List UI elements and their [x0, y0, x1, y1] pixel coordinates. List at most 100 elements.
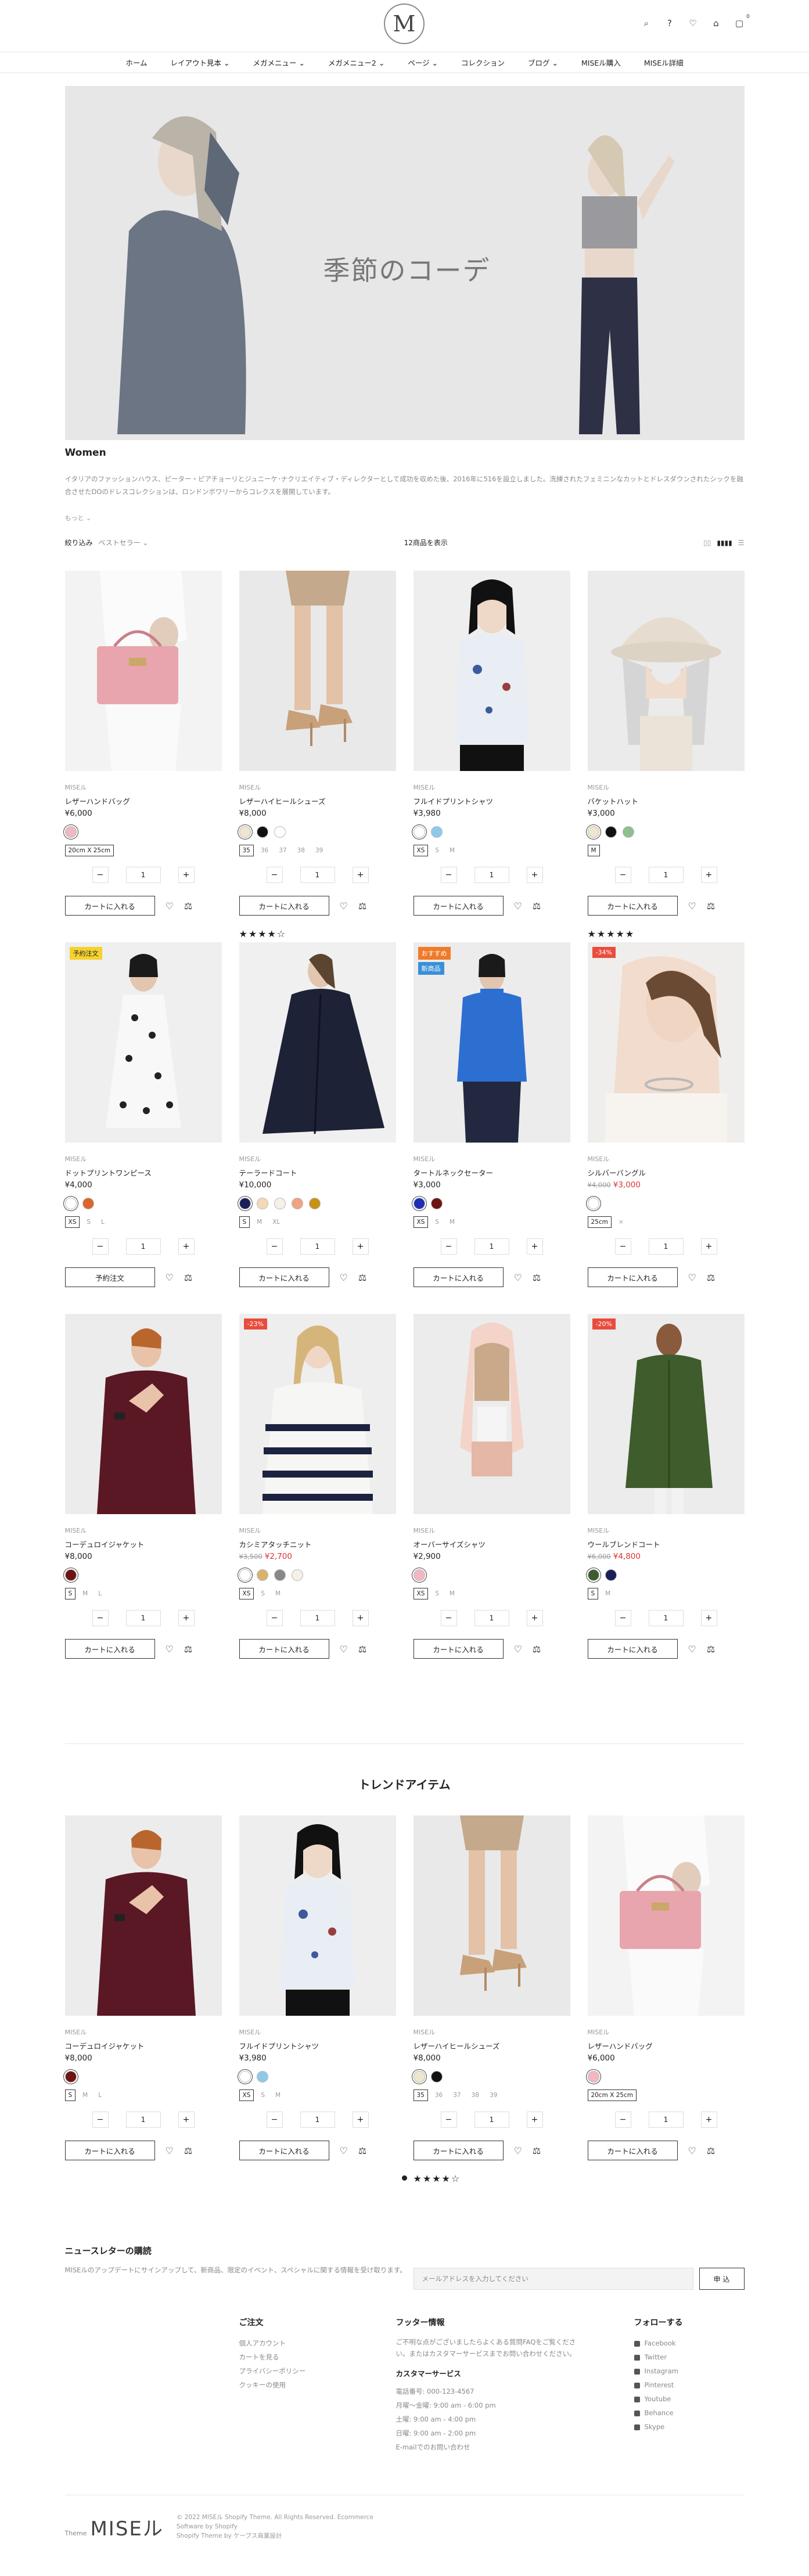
compare-icon[interactable]: ⚖	[707, 1272, 715, 1283]
newsletter-submit-button[interactable]: 申 込	[699, 2268, 745, 2290]
color-swatch[interactable]	[291, 1569, 303, 1581]
qty-plus-button[interactable]: +	[700, 1610, 717, 1626]
color-swatch[interactable]	[64, 2071, 77, 2083]
color-swatch[interactable]	[413, 826, 425, 838]
store-icon[interactable]: ⌂	[710, 17, 722, 29]
qty-plus-button[interactable]: +	[526, 1610, 543, 1626]
read-more-link[interactable]: もっと ⌄	[65, 513, 745, 523]
customer-service-item[interactable]: 月曜～金曜: 9:00 am - 6:00 pm	[396, 2398, 588, 2412]
qty-input[interactable]: 1	[300, 1610, 335, 1626]
qty-minus-button[interactable]: −	[440, 1238, 457, 1255]
size-option[interactable]: 38	[294, 845, 308, 856]
compare-icon[interactable]: ⚖	[358, 1644, 366, 1655]
logo[interactable]: M	[384, 3, 425, 44]
qty-minus-button[interactable]: −	[266, 1238, 283, 1255]
size-option[interactable]: S	[239, 1216, 250, 1228]
product-vendor[interactable]: MISEル	[239, 1154, 396, 1163]
product-vendor[interactable]: MISEル	[414, 2027, 570, 2037]
qty-minus-button[interactable]: −	[92, 1610, 109, 1626]
size-option[interactable]: 36	[257, 845, 272, 856]
list-icon[interactable]: ☰	[738, 539, 745, 547]
wishlist-heart-icon[interactable]: ♡	[340, 1644, 348, 1655]
add-to-cart-button[interactable]: カートに入れる	[64, 896, 155, 916]
qty-minus-button[interactable]: −	[614, 1238, 631, 1255]
add-to-cart-button[interactable]: カートに入れる	[587, 1639, 678, 1659]
qty-plus-button[interactable]: +	[526, 867, 543, 883]
product-name[interactable]: レザーハイヒールシューズ	[414, 2040, 570, 2051]
compare-icon[interactable]: ⚖	[707, 2145, 715, 2156]
nav-item[interactable]: MISEル購入	[581, 57, 621, 68]
product-image[interactable]: -23%	[239, 1314, 396, 1514]
qty-plus-button[interactable]: +	[700, 867, 717, 883]
product-name[interactable]: レザーハンドバッグ	[588, 2040, 745, 2051]
qty-minus-button[interactable]: −	[266, 2112, 283, 2128]
grid-4-icon[interactable]: ▮▮▮▮	[717, 539, 732, 547]
qty-input[interactable]: 1	[125, 1238, 161, 1255]
size-option[interactable]: ×	[615, 1216, 627, 1228]
qty-plus-button[interactable]: +	[526, 2112, 543, 2128]
footer-logo[interactable]: Theme MISEル	[65, 2513, 164, 2541]
product-image[interactable]	[413, 571, 570, 771]
size-option[interactable]: XS	[413, 1216, 429, 1228]
customer-service-item[interactable]: E-mailでのお問い合わせ	[396, 2440, 588, 2454]
help-icon[interactable]: ?	[664, 17, 675, 29]
wishlist-heart-icon[interactable]: ♡	[688, 1272, 696, 1283]
size-option[interactable]: M	[272, 2089, 284, 2101]
size-option[interactable]: M	[253, 1216, 265, 1228]
size-option[interactable]: S	[64, 1588, 76, 1599]
product-vendor[interactable]: MISEル	[588, 783, 745, 792]
qty-plus-button[interactable]: +	[352, 867, 369, 883]
compare-icon[interactable]: ⚖	[707, 1644, 715, 1655]
color-swatch[interactable]	[64, 1198, 77, 1209]
qty-minus-button[interactable]: −	[266, 867, 283, 883]
product-image[interactable]	[64, 1314, 222, 1514]
color-swatch[interactable]	[256, 1198, 268, 1209]
wishlist-heart-icon[interactable]: ♡	[688, 1644, 696, 1655]
size-option[interactable]: 20cm X 25cm	[64, 845, 114, 856]
product-image[interactable]: -34%	[587, 942, 745, 1143]
color-swatch[interactable]	[413, 2071, 425, 2083]
social-link[interactable]: Twitter	[634, 2350, 683, 2364]
customer-service-item[interactable]: 日曜: 9:00 am - 2:00 pm	[396, 2426, 588, 2440]
wishlist-heart-icon[interactable]: ♡	[514, 1272, 522, 1283]
size-option[interactable]: M	[587, 845, 600, 856]
compare-icon[interactable]: ⚖	[533, 1272, 541, 1283]
qty-minus-button[interactable]: −	[92, 1238, 109, 1255]
product-vendor[interactable]: MISEル	[588, 2027, 745, 2037]
size-option[interactable]: L	[98, 1216, 108, 1228]
color-swatch[interactable]	[413, 1569, 425, 1581]
product-name[interactable]: フルイドプリントシャツ	[414, 795, 570, 806]
size-option[interactable]: 35	[413, 2089, 428, 2101]
product-vendor[interactable]: MISEル	[414, 783, 570, 792]
add-to-cart-button[interactable]: カートに入れる	[239, 1639, 329, 1659]
wishlist-heart-icon[interactable]: ♡	[514, 1644, 522, 1655]
size-option[interactable]: M	[446, 1588, 458, 1599]
qty-plus-button[interactable]: +	[700, 1238, 717, 1255]
color-swatch[interactable]	[82, 1198, 94, 1209]
qty-input[interactable]: 1	[125, 2112, 161, 2128]
product-vendor[interactable]: MISEル	[65, 1154, 222, 1163]
product-name[interactable]: バケットハット	[588, 795, 745, 806]
color-swatch[interactable]	[256, 826, 268, 838]
qty-plus-button[interactable]: +	[352, 1610, 369, 1626]
size-option[interactable]: 36	[432, 2089, 446, 2101]
compare-icon[interactable]: ⚖	[358, 2145, 366, 2156]
color-swatch[interactable]	[308, 1198, 321, 1209]
nav-item[interactable]: ホーム	[125, 57, 147, 68]
size-option[interactable]: S	[587, 1588, 599, 1599]
social-link[interactable]: Facebook	[634, 2336, 683, 2350]
qty-input[interactable]: 1	[300, 2112, 335, 2128]
social-link[interactable]: Skype	[634, 2420, 683, 2434]
color-swatch[interactable]	[64, 1569, 77, 1581]
product-vendor[interactable]: MISEル	[65, 2027, 222, 2037]
qty-plus-button[interactable]: +	[352, 1238, 369, 1255]
product-image[interactable]	[239, 1815, 396, 2016]
color-swatch[interactable]	[274, 1569, 286, 1581]
product-name[interactable]: テーラードコート	[239, 1167, 396, 1178]
size-option[interactable]: 39	[486, 2089, 501, 2101]
qty-input[interactable]: 1	[474, 1238, 509, 1255]
sort-select[interactable]: ベストセラー ⌄	[98, 539, 148, 547]
color-swatch[interactable]	[430, 826, 443, 838]
product-name[interactable]: フルイドプリントシャツ	[239, 2040, 396, 2051]
social-link[interactable]: Youtube	[634, 2392, 683, 2406]
